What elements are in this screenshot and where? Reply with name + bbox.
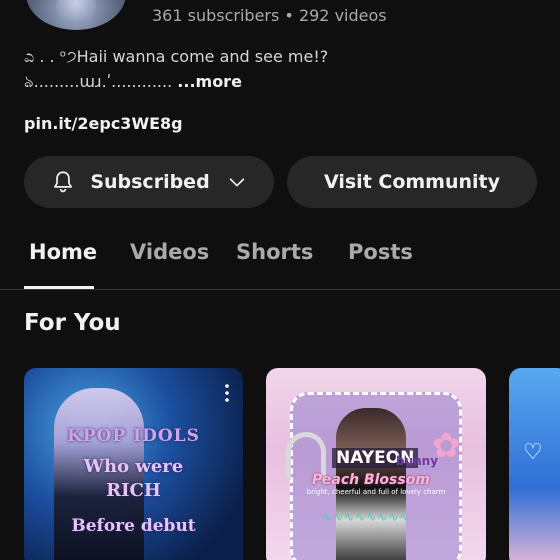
channel-description[interactable]: ಎ . . ᵒ੭Haii wanna come and see me!? ঌ..… xyxy=(24,44,544,94)
card-tag-text: bunny xyxy=(396,454,439,468)
channel-stats: 361 subscribers • 292 videos xyxy=(152,6,387,25)
tab-videos[interactable]: Videos xyxy=(130,240,209,264)
visit-community-label: Visit Community xyxy=(323,171,501,193)
more-link[interactable]: ...more xyxy=(177,72,242,91)
visit-community-button[interactable]: Visit Community xyxy=(287,156,537,208)
card-blurb-text: bright, cheerful and full of lovely char… xyxy=(306,488,446,496)
card-overlay-text: KPOP IDOLS xyxy=(67,426,200,446)
channel-link[interactable]: pin.it/2epc3WE8g xyxy=(24,114,183,133)
card-subtitle-text: Peach Blossom xyxy=(312,472,430,488)
card-overlay-text: Before debut xyxy=(71,516,196,536)
subscribed-label: Subscribed xyxy=(90,171,210,193)
short-card[interactable]: ✿ NAYEON bunny Peach Blossom bright, che… xyxy=(266,368,486,560)
section-title: For You xyxy=(24,310,121,336)
tab-home[interactable]: Home xyxy=(29,240,97,264)
short-card[interactable]: ♡ xyxy=(509,368,560,560)
subscribed-button[interactable]: Subscribed xyxy=(24,156,274,208)
description-line-1: ಎ . . ᵒ੭Haii wanna come and see me!? xyxy=(24,47,329,66)
description-line-2: ঌ.........ɯɹ.ʹ............ xyxy=(24,72,178,91)
heart-icon: ♡ xyxy=(523,440,543,465)
short-card[interactable]: KPOP IDOLS Who were RICH Before debut xyxy=(24,368,243,560)
active-tab-indicator xyxy=(24,286,94,289)
card-overlay-text: Who were xyxy=(83,456,184,477)
channel-tabs: Home Videos Shorts Posts xyxy=(0,228,560,290)
more-options-icon[interactable] xyxy=(225,384,229,402)
channel-avatar[interactable] xyxy=(26,0,126,30)
card-overlay-text: RICH xyxy=(106,480,161,501)
waveform-icon: ∿∿∿∿∿∿∿∿ xyxy=(322,510,411,524)
chevron-down-icon xyxy=(229,178,244,187)
bell-icon xyxy=(54,171,73,193)
tab-posts[interactable]: Posts xyxy=(348,240,413,264)
tab-shorts[interactable]: Shorts xyxy=(236,240,313,264)
